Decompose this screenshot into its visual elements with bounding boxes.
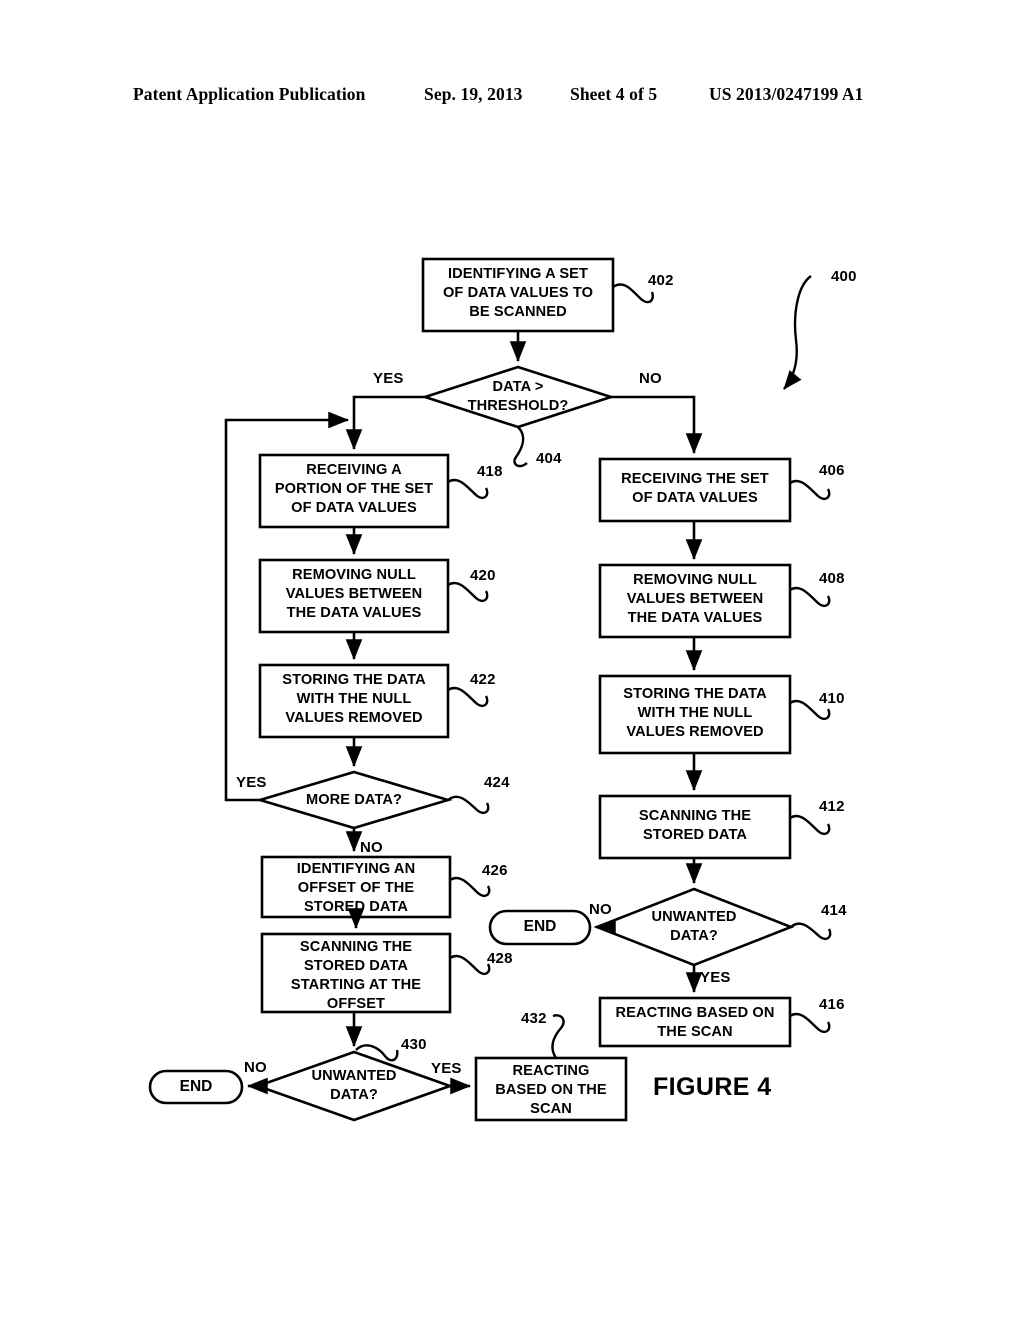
ref-number-432: 432 <box>521 1010 547 1027</box>
leader-412 <box>789 814 831 836</box>
leader-430 <box>355 1044 399 1062</box>
leader-406 <box>789 479 831 501</box>
ref-number-402: 402 <box>648 272 674 289</box>
edge-label-more-data-no: NO <box>360 839 383 856</box>
ref-number-418: 418 <box>477 463 503 480</box>
leader-426 <box>449 876 491 898</box>
ref-number-406: 406 <box>819 462 845 479</box>
node-label-422: STORING THE DATA WITH THE NULL VALUES RE… <box>282 672 426 726</box>
ref-number-422: 422 <box>470 671 496 688</box>
ref-number-416: 416 <box>819 996 845 1013</box>
node-label-408: REMOVING NULL VALUES BETWEEN THE DATA VA… <box>626 572 764 626</box>
ref-number-426: 426 <box>482 862 508 879</box>
node-label-406: RECEIVING THE SET OF DATA VALUES <box>621 471 769 506</box>
leader-402 <box>612 283 654 304</box>
node-label-432: REACTING BASED ON THE SCAN <box>495 1063 607 1117</box>
ref-number-424: 424 <box>484 774 510 791</box>
edge-label-unwanted-right-no: NO <box>589 901 612 918</box>
leader-414 <box>790 922 832 941</box>
figure-caption: FIGURE 4 <box>653 1073 772 1101</box>
edge-label-unwanted-left-no: NO <box>244 1059 267 1076</box>
node-label-424: MORE DATA? <box>305 792 403 808</box>
edge-label-unwanted-right-yes: YES <box>700 969 731 986</box>
leader-408 <box>789 586 831 608</box>
edge-label-threshold-no: NO <box>639 370 662 387</box>
node-label-end-left: END <box>179 1078 213 1095</box>
node-label-430: UNWANTED DATA? <box>311 1068 397 1103</box>
leader-432 <box>551 1014 565 1059</box>
leader-424 <box>447 795 490 815</box>
node-label-412: SCANNING THE STORED DATA <box>638 808 752 843</box>
node-label-end-right: END <box>523 918 557 935</box>
edge-404-yes-to-418 <box>345 395 425 451</box>
ref-number-412: 412 <box>819 798 845 815</box>
node-label-418: RECEIVING A PORTION OF THE SET OF DATA V… <box>274 462 434 516</box>
node-label-426: IDENTIFYING AN OFFSET OF THE STORED DATA <box>296 861 416 915</box>
ref-number-430: 430 <box>401 1036 427 1053</box>
ref-number-420: 420 <box>470 567 496 584</box>
ref-number-400: 400 <box>831 268 857 285</box>
ref-number-408: 408 <box>819 570 845 587</box>
ref-number-404: 404 <box>536 450 562 467</box>
edge-404-no-to-406 <box>611 395 703 455</box>
node-label-404: DATA > THRESHOLD? <box>467 379 569 414</box>
flowchart-figure: IDENTIFYING A SET OF DATA VALUES TO BE S… <box>0 0 1024 1320</box>
node-label-420: REMOVING NULL VALUES BETWEEN THE DATA VA… <box>285 567 423 621</box>
leader-420 <box>447 581 489 603</box>
leader-422 <box>447 686 489 708</box>
node-label-402: IDENTIFYING A SET OF DATA VALUES TO BE S… <box>442 266 594 320</box>
leader-404 <box>513 426 528 468</box>
edge-label-unwanted-left-yes: YES <box>431 1060 462 1077</box>
edge-label-more-data-yes: YES <box>236 774 267 791</box>
node-label-416: REACTING BASED ON THE SCAN <box>615 1005 775 1040</box>
ref-number-414: 414 <box>821 902 847 919</box>
leader-418 <box>447 478 489 500</box>
flowchart-vector-layer <box>148 257 832 1122</box>
node-label-410: STORING THE DATA WITH THE NULL VALUES RE… <box>623 686 767 740</box>
node-label-428: SCANNING THE STORED DATA STARTING AT THE… <box>290 939 422 1012</box>
ref-number-410: 410 <box>819 690 845 707</box>
ref-number-428: 428 <box>487 950 513 967</box>
leader-428 <box>449 954 491 976</box>
leader-400 <box>783 275 812 390</box>
leader-416 <box>789 1012 831 1034</box>
node-label-414: UNWANTED DATA? <box>651 909 737 944</box>
edge-label-threshold-yes: YES <box>373 370 404 387</box>
